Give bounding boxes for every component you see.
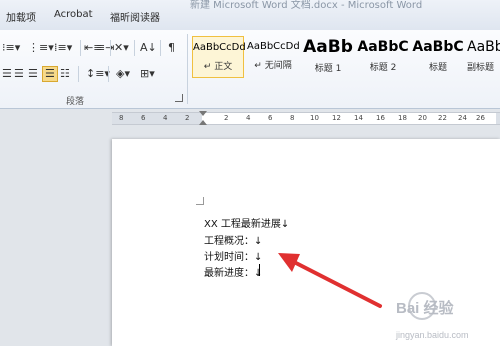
style-sample: AaBbC — [357, 39, 409, 55]
ruler-tick: 4 — [246, 114, 251, 122]
show-marks-icon[interactable]: ¶ — [168, 42, 175, 54]
style-sample: AaBbCcDd — [247, 41, 300, 52]
style-no-spacing[interactable]: AaBbCcDd ↵ 无间隔 — [247, 36, 300, 78]
style-sample: AaBbC — [412, 39, 464, 55]
style-title[interactable]: AaBbC 标题 — [412, 36, 464, 78]
style-name: ↵ 无间隔 — [254, 61, 292, 71]
ruler-tick: 24 — [458, 114, 467, 122]
group-separator — [187, 34, 188, 104]
ruler-tick: 2 — [185, 114, 190, 122]
text-cursor — [259, 264, 260, 276]
numbering-icon[interactable]: ⋮≡▾ — [28, 42, 54, 54]
ruler-tick: 18 — [398, 114, 407, 122]
increase-indent-icon[interactable]: ≡⇥ — [96, 42, 114, 54]
tab-addins[interactable]: 加载项 — [6, 9, 36, 24]
document-line-schedule[interactable]: 计划时间：↓ — [204, 248, 262, 263]
style-name: 标题 — [428, 63, 447, 73]
ruler-tick: 6 — [268, 114, 273, 122]
style-sample: AaBbCcDd — [193, 42, 246, 53]
ruler-tick: 12 — [332, 114, 341, 122]
ruler-tick: 26 — [476, 114, 485, 122]
ruler-tick: 8 — [290, 114, 295, 122]
ribbon: ⁝≡▾ ⋮≡▾ ⁞≡▾ ⇤≡ ≡⇥ ✕▾ A↓ ¶ ☰ ☰ ☰ ☰ ☷ ↕≡▾ … — [0, 30, 500, 109]
multilevel-list-icon[interactable]: ⁞≡▾ — [54, 42, 72, 54]
margin-corner-mark — [196, 197, 204, 205]
baidu-jingyan-watermark: Bai 经验 jingyan.baidu.com — [395, 292, 469, 340]
bullets-icon[interactable]: ⁝≡▾ — [2, 42, 20, 54]
separator — [110, 40, 111, 56]
style-sample: AaBb — [467, 39, 500, 55]
document-line-overview[interactable]: 工程概况：↓ — [204, 232, 262, 247]
ruler-tick: 14 — [354, 114, 363, 122]
style-name: 标题 2 — [369, 63, 397, 73]
ruler-tick: 16 — [376, 114, 385, 122]
style-sample: AaBb — [303, 37, 353, 57]
shading-icon[interactable]: ◈▾ — [116, 68, 130, 80]
distributed-icon[interactable]: ☷ — [60, 68, 70, 80]
style-name: 副标题 — [467, 63, 495, 73]
style-subtitle[interactable]: AaBb 副标题 — [467, 36, 500, 78]
title-bar: 新建 Microsoft Word 文档.docx - Microsoft Wo… — [0, 0, 500, 31]
justify-icon[interactable]: ☰ — [42, 66, 58, 82]
tab-foxit-reader[interactable]: 福昕阅读器 — [110, 9, 160, 24]
document-line-title[interactable]: XX 工程最新进展↓ — [204, 215, 289, 230]
style-name: 标题 1 — [314, 64, 342, 74]
center-icon[interactable]: ☰ — [14, 68, 24, 80]
align-right-icon[interactable]: ☰ — [28, 68, 38, 80]
style-heading-2[interactable]: AaBbC 标题 2 — [357, 36, 409, 78]
separator — [108, 66, 109, 82]
window-title: 新建 Microsoft Word 文档.docx - Microsoft Wo… — [190, 0, 423, 11]
document-line-progress[interactable]: 最新进度：↓ — [204, 264, 262, 279]
hanging-indent-marker[interactable] — [199, 120, 207, 125]
ruler-tick: 4 — [163, 114, 168, 122]
horizontal-ruler[interactable]: 8 6 4 2 2 4 6 8 10 12 14 16 18 20 22 24 … — [112, 111, 500, 125]
separator — [78, 66, 79, 82]
borders-icon[interactable]: ⊞▾ — [140, 68, 155, 80]
watermark-url: jingyan.baidu.com — [395, 330, 469, 340]
ruler-tick: 20 — [418, 114, 427, 122]
tab-acrobat[interactable]: Acrobat — [54, 9, 93, 20]
first-line-indent-marker[interactable] — [199, 111, 207, 116]
ruler-margin-right — [496, 113, 500, 124]
style-heading-1[interactable]: AaBb 标题 1 — [302, 36, 354, 78]
separator — [80, 40, 81, 56]
ruler-tick: 6 — [141, 114, 146, 122]
paragraph-group-label: 段落 — [66, 97, 85, 107]
line-spacing-icon[interactable]: ↕≡▾ — [86, 68, 110, 80]
watermark-text: Bai 经验 — [396, 299, 455, 317]
ruler-tick: 22 — [438, 114, 447, 122]
chinese-layout-icon[interactable]: ✕▾ — [114, 42, 129, 54]
ruler-tick: 8 — [119, 114, 124, 122]
align-left-icon[interactable]: ☰ — [2, 68, 12, 80]
separator — [134, 40, 135, 56]
ruler-tick: 2 — [224, 114, 229, 122]
sort-icon[interactable]: A↓ — [140, 42, 157, 54]
paragraph-dialog-launcher-icon[interactable] — [175, 94, 183, 102]
style-name: ↵ 正文 — [203, 62, 233, 72]
ruler-tick: 10 — [310, 114, 319, 122]
separator — [160, 40, 161, 56]
style-normal[interactable]: AaBbCcDd ↵ 正文 — [192, 36, 246, 78]
